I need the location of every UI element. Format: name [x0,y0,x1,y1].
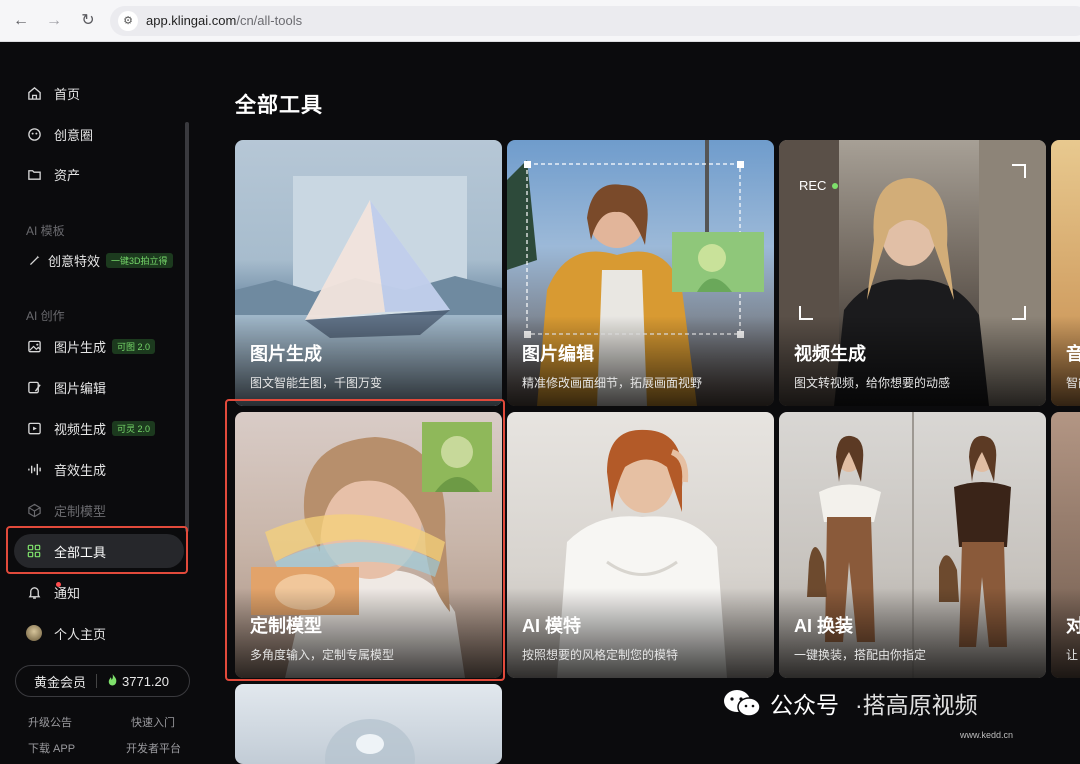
sidebar-item-label: 创意圈 [54,127,94,143]
image-edit-icon [26,379,42,395]
sidebar-item-profile[interactable]: 个人主页 [14,616,184,650]
sidebar-item-label: 个人主页 [54,626,107,642]
sidebar-item-audio-gen[interactable]: 音效生成 [14,452,184,486]
sidebar-item-label: 音效生成 [54,462,107,478]
image-gen-tag: 可图 2.0 [112,338,156,354]
card-desc: 图文智能生图，千图万变 [250,376,383,390]
tool-card-image-gen[interactable]: 图片生成 图文智能生图，千图万变 [235,140,502,406]
sidebar-item-label: 创意特效 [48,253,101,269]
sidebar-item-home[interactable]: 首页 [14,76,184,110]
sidebar-item-label: 图片生成 [54,339,107,355]
card-desc: 智能 [1066,376,1080,390]
sidebar-item-assets[interactable]: 资产 [14,157,184,191]
site-settings-icon[interactable]: ⚙ [118,11,138,31]
tool-card-image-edit[interactable]: 图片编辑 精准修改画面细节，拓展画面视野 [507,140,774,406]
tool-card-partial-bottom[interactable] [235,684,502,764]
card-title: 对 [1066,616,1080,636]
watermark-label: 公众号 [770,692,839,718]
credits-value: 3771.20 [122,673,170,689]
url-text: app.klingai.com/cn/all-tools [146,13,303,28]
avatar [26,625,42,641]
tool-card-partial-right[interactable]: 对 让 [1051,412,1080,678]
card-desc: 按照想要的风格定制您的模特 [522,648,679,662]
tool-card-ai-outfit[interactable]: AI 换装 一键换装，搭配由你指定 [779,412,1046,678]
tool-card-video-gen[interactable]: REC 视频生成 图文转视频，给你想要的动感 [779,140,1046,406]
card-title: 音 [1066,344,1080,364]
sidebar-item-notifications[interactable]: 通知 [14,575,184,609]
sidebar-item-label: 定制模型 [54,503,107,519]
forward-arrow-icon[interactable]: → [43,10,65,32]
rec-dot [832,182,839,189]
card-desc: 精准修改画面细节，拓展画面视野 [522,376,703,390]
address-bar[interactable]: ⚙ app.klingai.com/cn/all-tools [110,6,1080,36]
sidebar-item-custom-model[interactable]: 定制模型 [14,493,184,527]
sidebar-item-label: 视频生成 [54,421,107,437]
footer-link-quickstart[interactable]: 快速入门 [131,714,175,730]
magic-wand-icon [26,252,42,268]
sidebar-item-label: 首页 [54,86,81,102]
highlight-box-sidebar [6,526,188,574]
watermark-url: www.kedd.cn [960,730,1014,740]
page-title: 全部工具 [235,94,323,117]
watermark: 公众号 ·搭高原视频 [722,686,978,720]
video-gen-tag: 可灵 2.0 [112,420,156,436]
notification-dot [56,582,61,587]
cube-icon [26,502,42,518]
frame-corner [1012,164,1026,178]
community-icon [26,126,42,142]
reload-icon[interactable]: ↻ [77,10,99,32]
back-arrow-icon[interactable]: ← [10,10,32,32]
section-label-templates: AI 模板 [26,224,65,238]
card-title: AI 模特 [522,616,582,636]
tool-card-ai-model[interactable]: AI 模特 按照想要的风格定制您的模特 [507,412,774,678]
audio-wave-icon [26,461,42,477]
home-icon [26,85,42,101]
watermark-brand: ·搭高原视频 [855,692,978,718]
card-desc: 让 [1066,648,1079,662]
card-title: AI 换装 [794,616,854,636]
folder-icon [26,166,42,182]
rec-indicator: REC [799,178,839,193]
sidebar-item-label: 资产 [54,167,81,183]
bell-icon [26,584,42,600]
membership-badge[interactable]: 黄金会员 3771.20 [15,665,190,697]
tool-card-audio-gen[interactable]: 音 智能 [1051,140,1080,406]
sidebar-item-label: 图片编辑 [54,380,107,396]
image-icon [26,338,42,354]
sidebar-item-effects[interactable]: 创意特效 一键3D拍立得 [14,243,184,277]
footer-link-developer[interactable]: 开发者平台 [126,740,181,756]
section-label-create: AI 创作 [26,309,65,323]
flame-icon [107,673,118,689]
card-desc: 一键换装，搭配由你指定 [794,648,927,662]
card-title: 图片编辑 [522,344,594,364]
sidebar-item-image-edit[interactable]: 图片编辑 [14,370,184,404]
sidebar-item-community[interactable]: 创意圈 [14,117,184,151]
card-illustration-sphere [325,719,415,764]
footer-link-announcements[interactable]: 升级公告 [28,714,72,730]
membership-level: 黄金会员 [34,674,87,690]
wechat-icon [722,688,762,718]
sidebar-item-image-gen[interactable]: 图片生成 可图 2.0 [14,329,184,363]
highlight-box-card [225,399,505,681]
divider [96,674,98,688]
browser-toolbar: ← → ↻ ⚙ app.klingai.com/cn/all-tools [0,0,1080,42]
footer-link-download[interactable]: 下载 APP [28,740,75,756]
card-title: 图片生成 [250,344,322,364]
video-icon [26,420,42,436]
card-title: 视频生成 [794,344,866,364]
card-desc: 图文转视频，给你想要的动感 [794,376,951,390]
effects-tag: 一键3D拍立得 [106,252,173,268]
sidebar-item-video-gen[interactable]: 视频生成 可灵 2.0 [14,411,184,445]
sidebar-scrollbar[interactable] [185,122,189,532]
